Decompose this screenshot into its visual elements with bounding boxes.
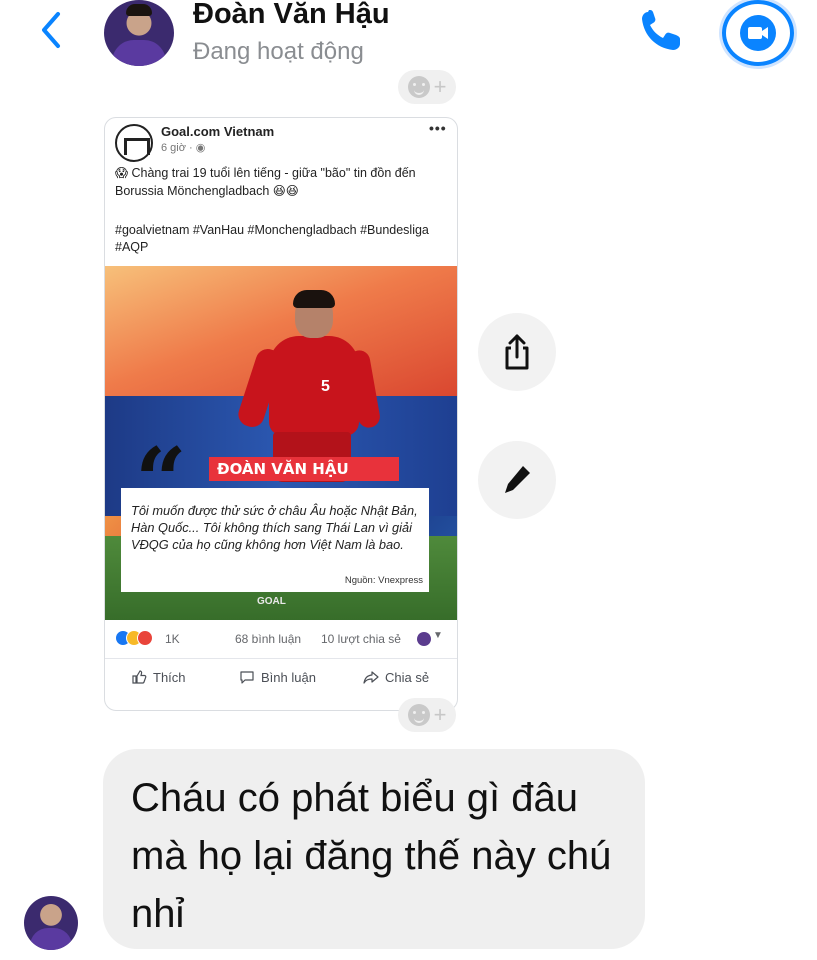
post-actions: Thích Bình luận Chia sẻ <box>105 658 457 698</box>
quote-name-banner: ĐOÀN VĂN HẬU <box>209 457 399 481</box>
quote-source: Nguồn: Vnexpress <box>344 575 423 586</box>
active-status: Đang hoạt động <box>193 38 364 65</box>
contact-name[interactable]: Đoàn Văn Hậu <box>193 0 390 31</box>
chevron-left-icon <box>42 12 60 48</box>
reaction-icons <box>115 630 163 646</box>
post-image[interactable]: 5 “ ĐOÀN VĂN HẬU Tôi muốn được thử sức ở… <box>105 266 457 620</box>
page-name[interactable]: Goal.com Vietnam <box>161 124 274 139</box>
goal-watermark: GOAL <box>257 596 286 607</box>
share-post-button[interactable]: Chia sẻ <box>363 669 429 685</box>
viewer-avatar-icon[interactable] <box>417 632 431 646</box>
angry-reaction-icon <box>137 630 153 646</box>
thumbs-up-icon <box>132 670 147 684</box>
smiley-icon <box>407 76 430 98</box>
video-camera-icon <box>740 15 776 51</box>
post-time: 6 giờ · ◉ <box>161 142 206 154</box>
comments-count[interactable]: 68 bình luận <box>235 632 301 646</box>
comment-button[interactable]: Bình luận <box>239 669 316 685</box>
phone-icon <box>642 10 680 50</box>
like-label: Thích <box>153 669 186 685</box>
shares-count[interactable]: 10 lượt chia sẻ <box>321 632 401 646</box>
reaction-count: 1K <box>165 632 180 646</box>
caret-down-icon[interactable]: ▼ <box>433 630 443 641</box>
more-options-icon[interactable]: ••• <box>429 120 447 136</box>
video-call-button[interactable] <box>722 0 794 66</box>
voice-call-button[interactable] <box>636 6 688 56</box>
like-button[interactable]: Thích <box>131 669 186 685</box>
add-reaction-button[interactable]: + <box>398 70 456 104</box>
add-reaction-button-2[interactable]: + <box>398 698 456 732</box>
plus-label: + <box>433 702 447 727</box>
quote-box: Tôi muốn được thử sức ở châu Âu hoặc Nhậ… <box>121 488 429 592</box>
edit-message-button[interactable] <box>478 441 556 519</box>
share-message-button[interactable] <box>478 313 556 391</box>
plus-label: + <box>433 74 447 99</box>
reaction-summary[interactable]: 1K 68 bình luận 10 lượt chia sẻ ▼ <box>105 626 457 652</box>
post-hashtags[interactable]: #goalvietnam #VanHau #Monchengladbach #B… <box>115 222 445 256</box>
page-logo[interactable] <box>115 124 153 162</box>
sender-avatar[interactable] <box>24 896 78 950</box>
quote-text: Tôi muốn được thử sức ở châu Âu hoặc Nhậ… <box>131 503 418 552</box>
message-text: Cháu có phát biểu gì đâu mà họ lại đăng … <box>131 776 612 936</box>
pencil-icon <box>505 466 530 493</box>
share-icon <box>505 334 529 370</box>
comment-label: Bình luận <box>261 669 316 685</box>
share-label: Chia sẻ <box>385 669 430 685</box>
post-text: 😱 Chàng trai 19 tuổi lên tiếng - giữa "b… <box>115 166 416 198</box>
shared-post-card[interactable]: Goal.com Vietnam 6 giờ · ◉ ••• 😱 Chàng t… <box>104 117 458 711</box>
jersey-number: 5 <box>321 378 330 395</box>
contact-avatar[interactable] <box>104 0 174 66</box>
comment-icon <box>240 671 254 684</box>
message-bubble[interactable]: Cháu có phát biểu gì đâu mà họ lại đăng … <box>103 749 645 949</box>
smiley-icon <box>407 704 430 726</box>
globe-icon: ◉ <box>195 142 206 154</box>
conversation-header: Đoàn Văn Hậu Đang hoạt động <box>0 0 817 78</box>
back-button[interactable] <box>34 8 68 52</box>
share-arrow-icon <box>363 671 379 684</box>
